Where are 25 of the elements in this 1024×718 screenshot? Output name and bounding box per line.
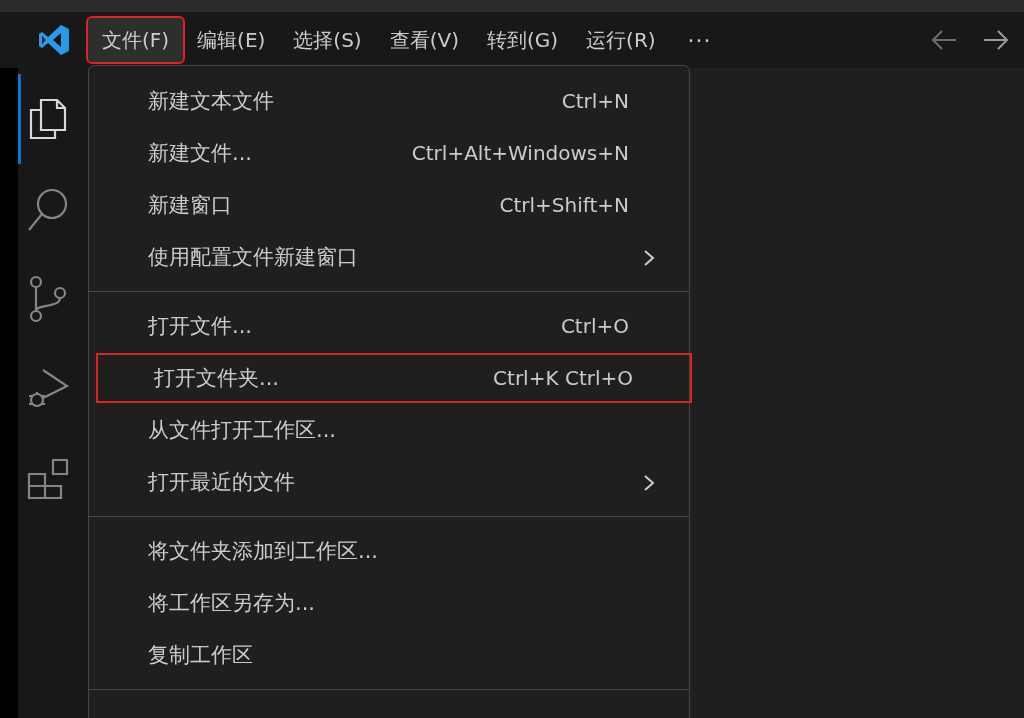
menu-item[interactable]: 从文件打开工作区... [89,404,689,456]
menu-item[interactable]: 将工作区另存为... [89,577,689,629]
forward-arrow-icon[interactable] [982,29,1010,51]
menu-item[interactable]: 打开文件夹... Ctrl+K Ctrl+O [95,352,693,404]
branch-icon [27,275,68,323]
menu-item[interactable]: 打开最近的文件 [89,456,689,508]
menu-item[interactable]: 使用配置文件新建窗口 [89,231,689,283]
menu-item[interactable]: 打开文件... Ctrl+O [89,300,689,352]
menu-bar-item[interactable]: 文件(F) [88,18,184,62]
menu-bar-item[interactable]: 查看(V) [375,18,473,62]
menu-bar-item[interactable]: 运行(R) [572,18,670,62]
app-logo-icon [36,23,70,57]
more-menu[interactable]: ··· [669,27,730,53]
menu-item[interactable]: 将文件夹添加到工作区... [89,525,689,577]
chevron-right-icon [643,474,655,492]
menu-item[interactable]: 复制工作区 [89,629,689,681]
back-arrow-icon[interactable] [930,29,958,51]
menu-bar-item[interactable]: 编辑(E) [183,18,280,62]
menu-item[interactable]: 新建文件... Ctrl+Alt+Windows+N [89,127,689,179]
search-icon [25,186,70,232]
menu-item[interactable]: 新建窗口 Ctrl+Shift+N [89,179,689,231]
chevron-right-icon [643,249,655,267]
menu-bar-item[interactable]: 选择(S) [279,18,376,62]
menu-bar-item[interactable]: 转到(G) [472,18,573,62]
menu-item[interactable]: 新建文本文件 Ctrl+N [89,75,689,127]
